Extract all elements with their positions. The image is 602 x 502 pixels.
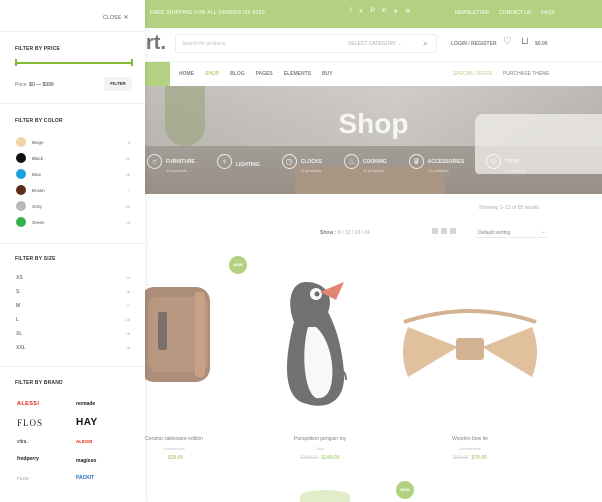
size-name: M xyxy=(16,303,21,309)
color-count: 13 xyxy=(125,220,130,225)
price-range-label: Price: $0 — $999 xyxy=(15,82,54,88)
color-option-black[interactable]: Black 21 xyxy=(16,153,130,167)
divider xyxy=(0,243,145,244)
brand-nomade[interactable]: nomade xyxy=(76,401,124,415)
color-swatch xyxy=(16,169,26,179)
color-swatch xyxy=(16,217,26,227)
close-icon: ✕ xyxy=(123,15,129,21)
size-count: 15 xyxy=(125,317,130,322)
color-count: 3 xyxy=(127,140,130,145)
brand-packit[interactable]: PACKIT xyxy=(76,475,124,489)
size-name: XL xyxy=(16,331,23,337)
color-name: Beige xyxy=(32,140,44,145)
price-slider-max-handle[interactable] xyxy=(131,59,133,66)
size-name: XXL xyxy=(16,345,26,351)
price-slider-track[interactable] xyxy=(16,62,132,64)
color-option-blue[interactable]: Blue 18 xyxy=(16,169,130,183)
divider xyxy=(0,366,145,367)
color-option-green[interactable]: Green 13 xyxy=(16,217,130,231)
size-name: S xyxy=(16,289,20,295)
brand-vitra[interactable]: vitra. xyxy=(17,439,65,453)
filter-button[interactable]: FILTER xyxy=(104,77,132,91)
price-label-prefix: Price: xyxy=(15,82,28,88)
color-name: Green xyxy=(32,220,45,225)
size-option-m[interactable]: M 17 xyxy=(16,301,130,312)
brand-magisso[interactable]: magisso xyxy=(76,458,124,472)
filter-sidebar: CLOSE ✕ FILTER BY PRICE Price: $0 — $999 … xyxy=(0,0,145,502)
color-count: 20 xyxy=(125,204,130,209)
close-label: CLOSE xyxy=(103,15,122,21)
size-count: 15 xyxy=(125,331,130,336)
color-count: 21 xyxy=(125,156,130,161)
size-count: 16 xyxy=(125,289,130,294)
color-name: Gray xyxy=(32,204,42,209)
color-count: 7 xyxy=(127,188,130,193)
brand-flos-2[interactable]: FLOS xyxy=(17,476,65,490)
size-name: L xyxy=(16,317,19,323)
color-name: Brown xyxy=(32,188,45,193)
color-count: 18 xyxy=(125,172,130,177)
size-option-l[interactable]: L 15 xyxy=(16,315,130,326)
brand-hay[interactable]: HAY xyxy=(76,417,124,431)
divider xyxy=(0,103,145,104)
price-filter-title: FILTER BY PRICE xyxy=(15,46,61,52)
size-option-xs[interactable]: XS 14 xyxy=(16,273,130,284)
divider xyxy=(0,31,145,32)
brand-flos[interactable]: FLOS xyxy=(17,418,65,432)
color-name: Black xyxy=(32,156,44,161)
size-option-xxl[interactable]: XXL 15 xyxy=(16,343,130,354)
color-name: Blue xyxy=(32,172,42,177)
color-swatch xyxy=(16,185,26,195)
color-option-brown[interactable]: Brown 7 xyxy=(16,185,130,199)
brand-alessi-2[interactable]: ALESSI xyxy=(76,439,124,453)
size-count: 17 xyxy=(125,303,130,308)
brand-alessi[interactable]: ALESSI xyxy=(17,401,65,415)
size-filter-title: FILTER BY SIZE xyxy=(15,256,56,262)
size-name: XS xyxy=(16,275,23,281)
price-range-value: $0 — $999 xyxy=(29,82,54,88)
color-swatch xyxy=(16,137,26,147)
size-count: 15 xyxy=(125,345,130,350)
size-option-xl[interactable]: XL 15 xyxy=(16,329,130,340)
color-option-beige[interactable]: Beige 3 xyxy=(16,137,130,151)
size-option-s[interactable]: S 16 xyxy=(16,287,130,298)
brand-fredperry[interactable]: fredperry xyxy=(17,456,65,470)
color-filter-title: FILTER BY COLOR xyxy=(15,118,63,124)
close-sidebar-button[interactable]: CLOSE ✕ xyxy=(103,14,129,21)
color-swatch xyxy=(16,201,26,211)
size-count: 14 xyxy=(125,275,130,280)
color-option-gray[interactable]: Gray 20 xyxy=(16,201,130,215)
brand-filter-title: FILTER BY BRAND xyxy=(15,380,63,386)
color-swatch xyxy=(16,153,26,163)
price-slider-min-handle[interactable] xyxy=(15,59,17,66)
